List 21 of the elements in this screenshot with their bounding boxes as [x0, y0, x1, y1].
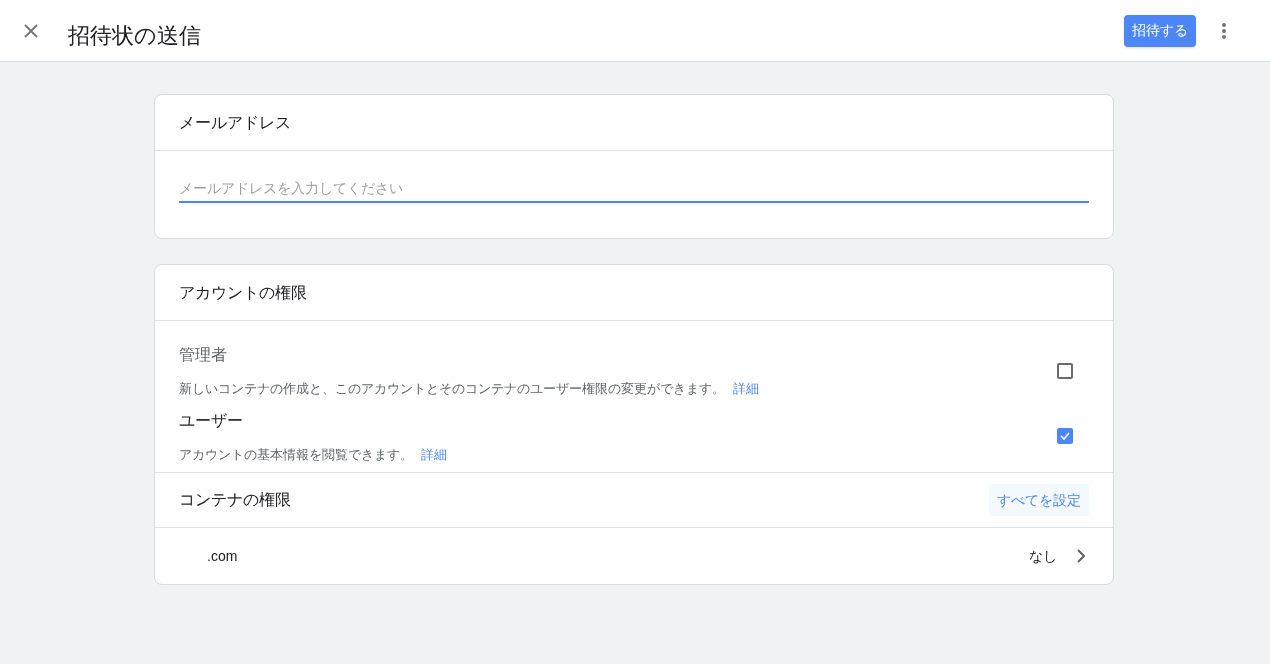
role-description: アカウントの基本情報を閲覧できます。 詳細	[179, 445, 448, 464]
role-checkbox[interactable]	[1057, 362, 1073, 379]
details-link[interactable]: 詳細	[421, 446, 447, 462]
role-checkbox[interactable]	[1057, 428, 1073, 445]
chevron-right-icon	[1077, 549, 1085, 563]
close-icon[interactable]	[22, 21, 40, 40]
role-description: 新しいコンテナの作成と、このアカウントとそのコンテナのユーザー権限の変更ができます。 詳細	[179, 380, 760, 398]
section-title: メールアドレス	[179, 112, 291, 133]
section-title: コンテナの権限	[179, 490, 292, 510]
email-input-field[interactable]: メールアドレスを入力してください	[179, 175, 1089, 203]
container-row[interactable]: .com なし	[155, 528, 1113, 584]
section-title: アカウントの権限	[179, 282, 307, 303]
page-title: 招待状の送信	[68, 22, 201, 50]
permission-value: なし	[1029, 546, 1057, 566]
role-name: 管理者	[179, 345, 228, 365]
invite-button[interactable]: 招待する	[1124, 14, 1196, 47]
details-link[interactable]: 詳細	[733, 381, 759, 396]
container-name: .com	[207, 546, 239, 566]
more-options-icon[interactable]	[1222, 21, 1226, 40]
role-name: ユーザー	[179, 410, 244, 431]
set-all-button[interactable]: すべてを設定	[989, 484, 1089, 516]
